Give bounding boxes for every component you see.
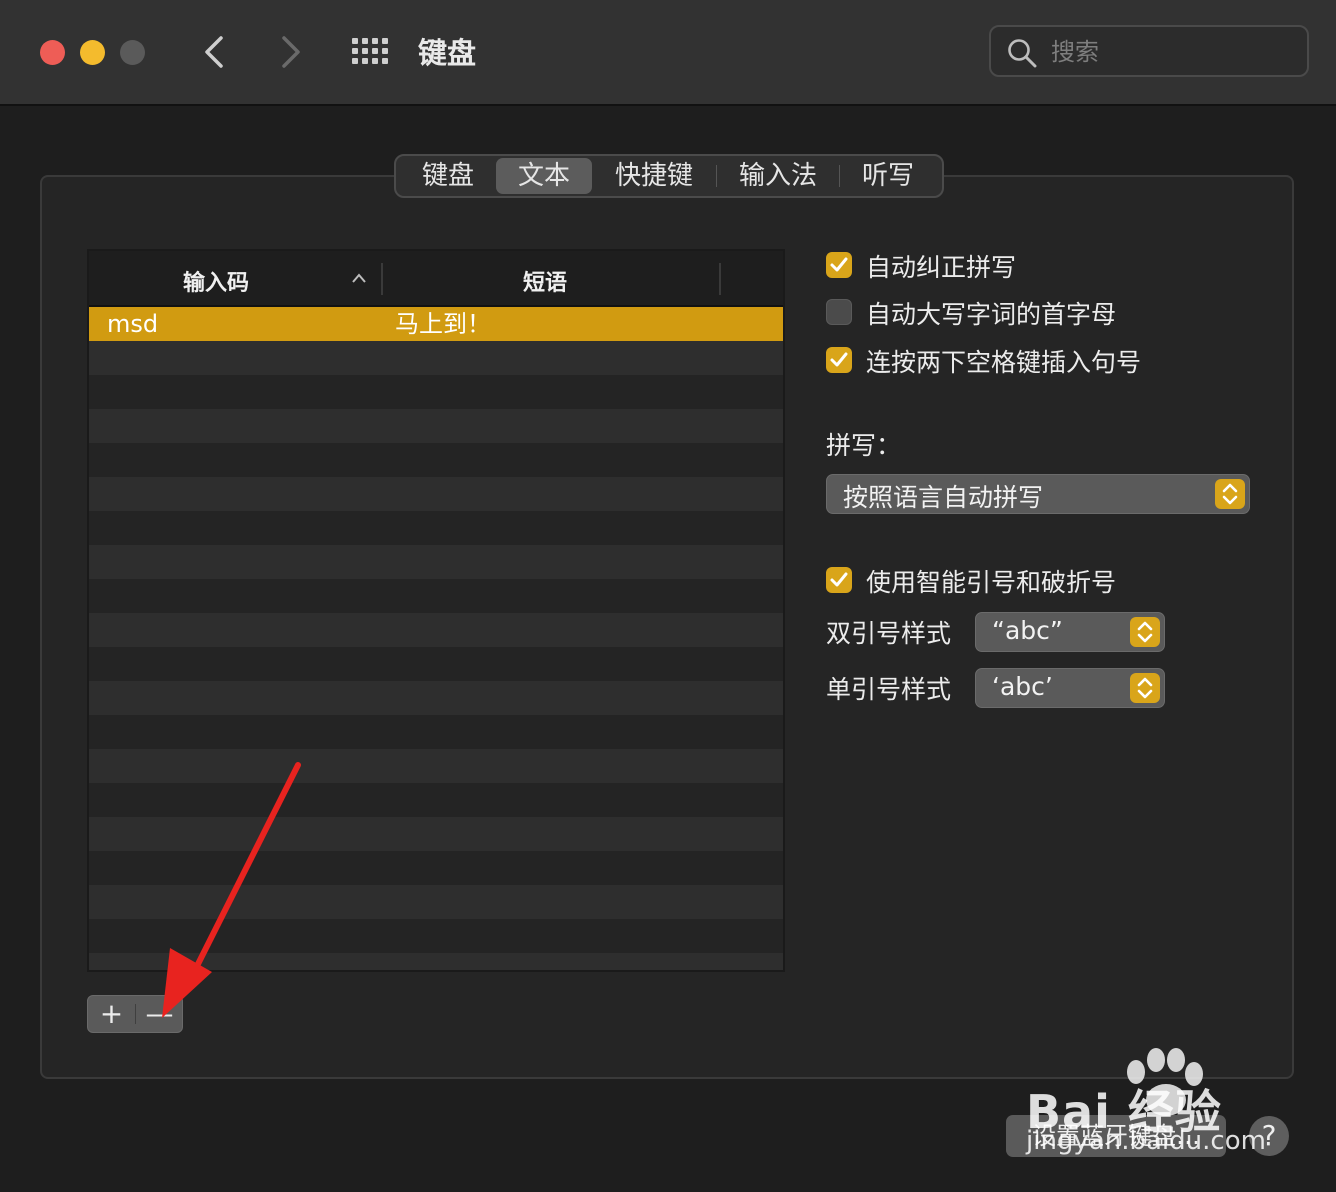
double-quote-style-value: “abc” — [992, 616, 1063, 645]
zoom-window-button[interactable] — [120, 40, 145, 65]
auto-correct-label: 自动纠正拼写 — [866, 253, 1017, 282]
up-down-chevron-icon — [1222, 483, 1238, 505]
empty-table-row — [89, 681, 783, 715]
input-code-cell: msd — [107, 310, 159, 338]
empty-table-row — [89, 715, 783, 749]
empty-table-row — [89, 409, 783, 443]
checkmark-icon — [830, 257, 848, 272]
column-header-phrase[interactable]: 短语 — [523, 265, 567, 297]
column-divider — [381, 263, 383, 295]
search-input[interactable] — [1049, 35, 1293, 69]
auto-capitalize-checkbox[interactable] — [826, 299, 852, 325]
up-down-chevron-icon — [1137, 677, 1153, 699]
spelling-popup[interactable]: 按照语言自动拼写 — [826, 474, 1250, 514]
checkmark-icon — [830, 352, 848, 367]
phrase-cell: 马上到！ — [395, 310, 491, 338]
tab-input-sources[interactable]: 输入法 — [717, 158, 839, 194]
checkmark-icon — [830, 572, 848, 587]
smart-quotes-label: 使用智能引号和破折号 — [866, 568, 1117, 597]
chevron-right-icon — [282, 36, 300, 68]
sort-ascending-icon — [352, 273, 366, 283]
single-quote-style-value: ‘abc’ — [992, 672, 1053, 701]
spelling-label: 拼写： — [826, 431, 902, 460]
column-divider — [719, 263, 721, 295]
table-row[interactable]: msd 马上到！ — [89, 307, 783, 341]
tab-keyboard[interactable]: 键盘 — [400, 158, 496, 194]
keyboard-preferences-window: 键盘 键盘 文本 快捷键 输入法 听写 输入码 短语 msd 马上到！ — [0, 0, 1336, 1192]
up-down-chevron-icon — [1137, 621, 1153, 643]
watermark-url: jingyan.baidu.com — [1026, 1126, 1266, 1156]
empty-table-row — [89, 647, 783, 681]
red-annotation-arrow — [162, 762, 301, 1018]
search-icon — [1008, 39, 1037, 68]
single-quote-style-popup[interactable]: ‘abc’ — [975, 668, 1165, 708]
double-space-period-checkbox[interactable] — [826, 347, 852, 373]
empty-table-row — [89, 477, 783, 511]
empty-table-row — [89, 545, 783, 579]
tab-dictation[interactable]: 听写 — [840, 158, 936, 194]
auto-capitalize-label: 自动大写字词的首字母 — [866, 300, 1117, 329]
chevron-left-icon — [205, 36, 223, 68]
back-button[interactable] — [195, 30, 235, 74]
empty-table-row — [89, 579, 783, 613]
title-bar: 键盘 — [0, 0, 1336, 106]
show-all-grid-icon[interactable] — [352, 38, 390, 66]
empty-table-row — [89, 613, 783, 647]
empty-table-row — [89, 511, 783, 545]
tab-shortcuts[interactable]: 快捷键 — [592, 158, 716, 194]
empty-table-row — [89, 443, 783, 477]
tab-bar: 键盘 文本 快捷键 输入法 听写 — [394, 154, 944, 198]
window-title: 键盘 — [418, 36, 477, 70]
popup-stepper — [1215, 479, 1245, 509]
double-quote-style-label: 双引号样式 — [826, 619, 952, 648]
auto-correct-checkbox[interactable] — [826, 252, 852, 278]
spelling-value: 按照语言自动拼写 — [843, 483, 1044, 512]
close-window-button[interactable] — [40, 40, 65, 65]
search-field[interactable] — [989, 25, 1309, 77]
add-entry-button[interactable]: + — [88, 996, 135, 1032]
single-quote-style-label: 单引号样式 — [826, 675, 952, 704]
baidu-jingyan-watermark: Bai 经验 jingyan.baidu.com — [1026, 1048, 1326, 1160]
empty-table-row — [89, 341, 783, 375]
popup-stepper — [1130, 617, 1160, 647]
column-header-input[interactable]: 输入码 — [183, 265, 249, 297]
forward-button[interactable] — [270, 30, 310, 74]
tab-text[interactable]: 文本 — [496, 158, 592, 194]
popup-stepper — [1130, 673, 1160, 703]
smart-quotes-checkbox[interactable] — [826, 567, 852, 593]
double-quote-style-popup[interactable]: “abc” — [975, 612, 1165, 652]
double-space-period-label: 连按两下空格键插入句号 — [866, 348, 1142, 377]
empty-table-row — [89, 375, 783, 409]
table-header: 输入码 短语 — [89, 251, 783, 307]
minimize-window-button[interactable] — [80, 40, 105, 65]
